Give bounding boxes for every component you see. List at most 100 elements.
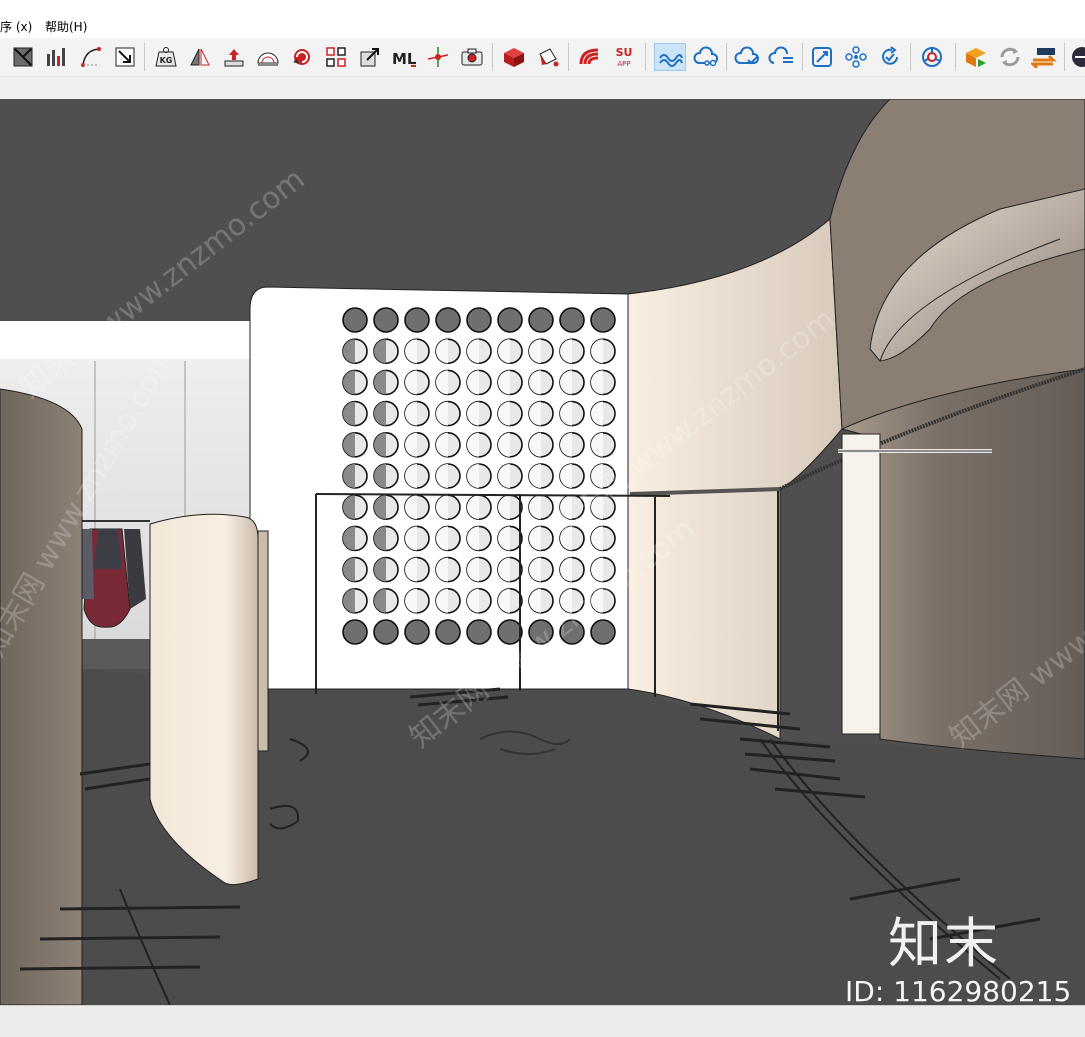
curve-arc-icon — [81, 47, 101, 67]
perforation-hole — [590, 619, 616, 645]
kg-weight-button[interactable]: KG — [152, 43, 180, 71]
perforation-hole — [404, 619, 430, 645]
bar-graph-button[interactable] — [43, 43, 71, 71]
cloud-check-button[interactable] — [731, 43, 763, 71]
perforation-hole — [528, 307, 554, 333]
cloud-nodes-icon — [693, 46, 719, 67]
toolbar: KG ML SU APP — [0, 38, 1085, 77]
kg-weight-icon: KG — [155, 47, 177, 67]
network-circles-icon — [845, 46, 867, 68]
perforation-hole — [404, 307, 430, 333]
model-viewport[interactable]: 知末网 www.znzmo.com 知末网 www.znzmo.com 知末网 … — [0, 99, 1085, 1005]
perforation-hole — [342, 307, 368, 333]
red-fan-button[interactable] — [576, 43, 604, 71]
crosshair-icon — [427, 47, 449, 67]
perforation-hole — [466, 307, 492, 333]
toolbar-separator — [144, 43, 145, 71]
diagonal-arrow-button[interactable] — [111, 43, 139, 71]
box-play-icon — [966, 48, 986, 67]
left-curved-wall — [0, 388, 83, 1005]
push-up-icon — [224, 49, 244, 67]
perforation-hole — [435, 619, 461, 645]
circle-dark-icon — [1072, 47, 1085, 67]
box-play-button[interactable] — [962, 43, 990, 71]
sync-gray-icon — [1000, 47, 1020, 67]
perforation-hole — [373, 619, 399, 645]
crosshair-button[interactable] — [424, 43, 452, 71]
cloud-lines-icon — [768, 46, 793, 64]
refresh-check-icon — [882, 46, 898, 65]
protractor-button[interactable] — [254, 43, 282, 71]
scale-diagonal-icon — [360, 48, 379, 67]
perforation-hole — [435, 307, 461, 333]
curve-arc-button[interactable] — [77, 43, 105, 71]
red-cube-button[interactable] — [500, 43, 528, 71]
cream-column — [149, 513, 259, 885]
toolbar-separator — [1064, 43, 1065, 71]
cloud-nodes-button[interactable] — [690, 43, 722, 71]
ml-text-icon: ML — [392, 50, 417, 68]
perforation-hole — [373, 307, 399, 333]
camera-icon — [461, 48, 483, 66]
xray-face-button[interactable] — [9, 43, 37, 71]
scene-render: 知末网 www.znzmo.com 知末网 www.znzmo.com 知末网 … — [0, 99, 1085, 1005]
mirror-flip-button[interactable] — [186, 43, 214, 71]
rotate-red-button[interactable] — [288, 43, 316, 71]
chrome-ring-button[interactable] — [918, 43, 946, 71]
ml-text-button[interactable]: ML — [390, 43, 418, 71]
cloud-check-icon — [734, 46, 760, 65]
su-app-icon: SU APP — [616, 46, 633, 68]
sync-gray-button[interactable] — [996, 43, 1024, 71]
grid-array-button[interactable] — [322, 43, 350, 71]
perforation-hole — [497, 307, 523, 333]
swap-arrows-button[interactable] — [1030, 43, 1058, 71]
menu-item-program[interactable]: 序 (x) — [0, 18, 32, 35]
swap-arrows-icon — [1031, 48, 1057, 68]
push-up-button[interactable] — [220, 43, 248, 71]
circle-dark-button[interactable] — [1069, 43, 1085, 71]
white-column — [841, 433, 881, 735]
perforation-hole — [590, 307, 616, 333]
frame-resize-button[interactable] — [808, 43, 836, 71]
network-circles-button[interactable] — [842, 43, 870, 71]
paint-bucket-button[interactable] — [534, 43, 562, 71]
brand-watermark: 知末 — [888, 912, 1000, 975]
camera-button[interactable] — [458, 43, 486, 71]
toolbar-separator — [726, 43, 727, 71]
menu-item-help[interactable]: 帮助(H) — [45, 18, 87, 35]
perforation-hole — [342, 619, 368, 645]
toolbar-separator — [568, 43, 569, 71]
refresh-check-button[interactable] — [876, 43, 904, 71]
svg-text:KG: KG — [160, 56, 173, 65]
cloud-lines-button[interactable] — [765, 43, 797, 71]
mirror-flip-icon — [190, 48, 210, 66]
diagonal-arrow-icon — [115, 47, 135, 67]
xray-face-icon — [13, 47, 33, 67]
svg-text:SU: SU — [616, 46, 633, 59]
su-app-button[interactable]: SU APP — [610, 43, 638, 71]
grid-array-icon — [326, 47, 346, 67]
scale-diagonal-button[interactable] — [356, 43, 384, 71]
menu-bar: 序 (x) 帮助(H) — [0, 0, 1085, 38]
toolbar-separator — [802, 43, 803, 71]
toolbar-separator — [955, 43, 956, 71]
toolbar-strip — [0, 77, 1085, 99]
perforation-hole — [466, 619, 492, 645]
toolbar-separator — [645, 43, 646, 71]
status-bar — [0, 1005, 1085, 1037]
cloud-wave-icon — [659, 54, 683, 67]
frame-resize-icon — [812, 47, 832, 67]
protractor-icon — [257, 52, 279, 66]
toolbar-separator — [910, 43, 911, 71]
red-fan-icon — [579, 48, 599, 65]
toolbar-separator — [492, 43, 493, 71]
id-watermark: ID: 1162980215 — [845, 975, 1072, 1005]
perforation-hole — [559, 307, 585, 333]
red-cube-icon — [504, 48, 524, 67]
svg-text:APP: APP — [617, 60, 630, 68]
cloud-wave-button[interactable] — [654, 43, 686, 71]
chrome-ring-icon — [922, 47, 942, 67]
bar-graph-icon — [47, 48, 65, 66]
rotate-red-icon — [293, 49, 310, 65]
paint-bucket-icon — [539, 48, 559, 67]
